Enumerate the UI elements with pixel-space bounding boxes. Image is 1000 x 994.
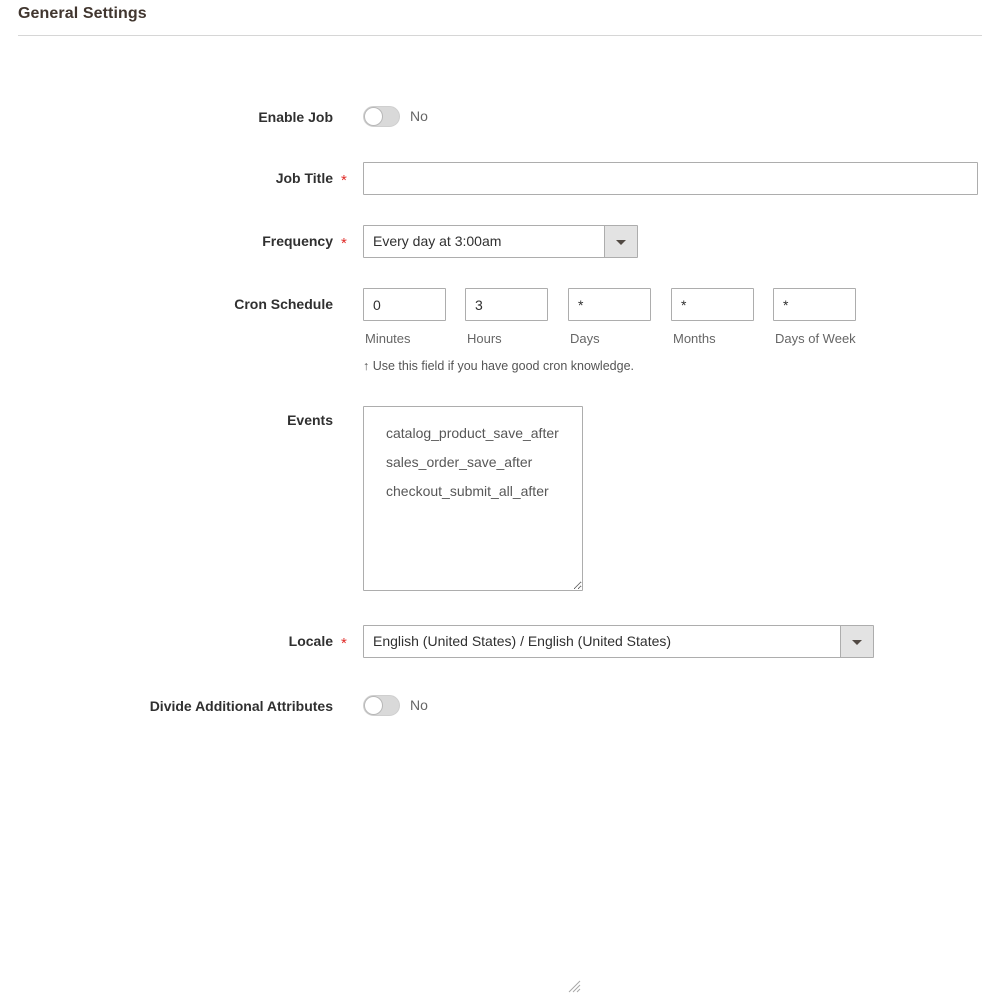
cron-schedule-label: Cron Schedule — [234, 296, 333, 312]
field-row-enable-job: Enable Job No — [0, 105, 1000, 139]
enable-job-state-text: No — [410, 108, 428, 124]
header-divider — [18, 35, 982, 36]
frequency-required-marker: * — [341, 235, 347, 252]
cron-days-of-week-input[interactable] — [773, 288, 856, 321]
chevron-down-icon — [852, 639, 862, 645]
divide-additional-attributes-label: Divide Additional Attributes — [149, 698, 333, 714]
frequency-select[interactable]: Every day at 3:00am — [363, 225, 638, 258]
cron-days-sublabel: Days — [570, 331, 600, 346]
field-row-frequency: Frequency * Every day at 3:00am — [0, 225, 1000, 259]
section-header: General Settings — [0, 0, 1000, 36]
page-title: General Settings — [18, 5, 147, 22]
locale-required-marker: * — [341, 635, 347, 652]
frequency-label: Frequency — [262, 233, 333, 249]
chevron-down-icon — [616, 239, 626, 245]
cron-minutes-sublabel: Minutes — [365, 331, 411, 346]
locale-label: Locale — [288, 633, 333, 649]
events-label: Events — [287, 412, 333, 428]
cron-minutes-input[interactable] — [363, 288, 446, 321]
cron-months-input[interactable] — [671, 288, 754, 321]
field-row-divide-additional-attributes: Divide Additional Attributes No — [0, 694, 1000, 728]
divide-additional-attributes-state-text: No — [410, 697, 428, 713]
events-textarea[interactable]: catalog_product_save_after sales_order_s… — [363, 406, 583, 591]
enable-job-label: Enable Job — [258, 109, 333, 125]
cron-hours-sublabel: Hours — [467, 331, 502, 346]
toggle-knob — [364, 696, 383, 715]
divide-additional-attributes-toggle[interactable] — [363, 695, 400, 716]
job-title-label: Job Title — [275, 170, 333, 186]
enable-job-toggle[interactable] — [363, 106, 400, 127]
job-title-required-marker: * — [341, 172, 347, 189]
frequency-selected-value: Every day at 3:00am — [373, 233, 502, 249]
cron-hours-input[interactable] — [465, 288, 548, 321]
cron-months-sublabel: Months — [673, 331, 716, 346]
job-title-input[interactable] — [363, 162, 978, 195]
frequency-dropdown-button[interactable] — [604, 226, 637, 257]
locale-select[interactable]: English (United States) / English (Unite… — [363, 625, 874, 658]
locale-dropdown-button[interactable] — [840, 626, 873, 657]
cron-schedule-note: ↑ Use this field if you have good cron k… — [363, 359, 634, 373]
field-row-locale: Locale * English (United States) / Engli… — [0, 625, 1000, 659]
cron-days-input[interactable] — [568, 288, 651, 321]
toggle-knob — [364, 107, 383, 126]
field-row-job-title: Job Title * — [0, 162, 1000, 196]
resize-handle-icon[interactable] — [566, 978, 582, 994]
field-row-cron-schedule: Cron Schedule Minutes Hours Days Months … — [0, 288, 1000, 383]
field-row-events: Events catalog_product_save_after sales_… — [0, 406, 1000, 993]
cron-days-of-week-sublabel: Days of Week — [775, 331, 856, 346]
locale-selected-value: English (United States) / English (Unite… — [373, 633, 672, 649]
